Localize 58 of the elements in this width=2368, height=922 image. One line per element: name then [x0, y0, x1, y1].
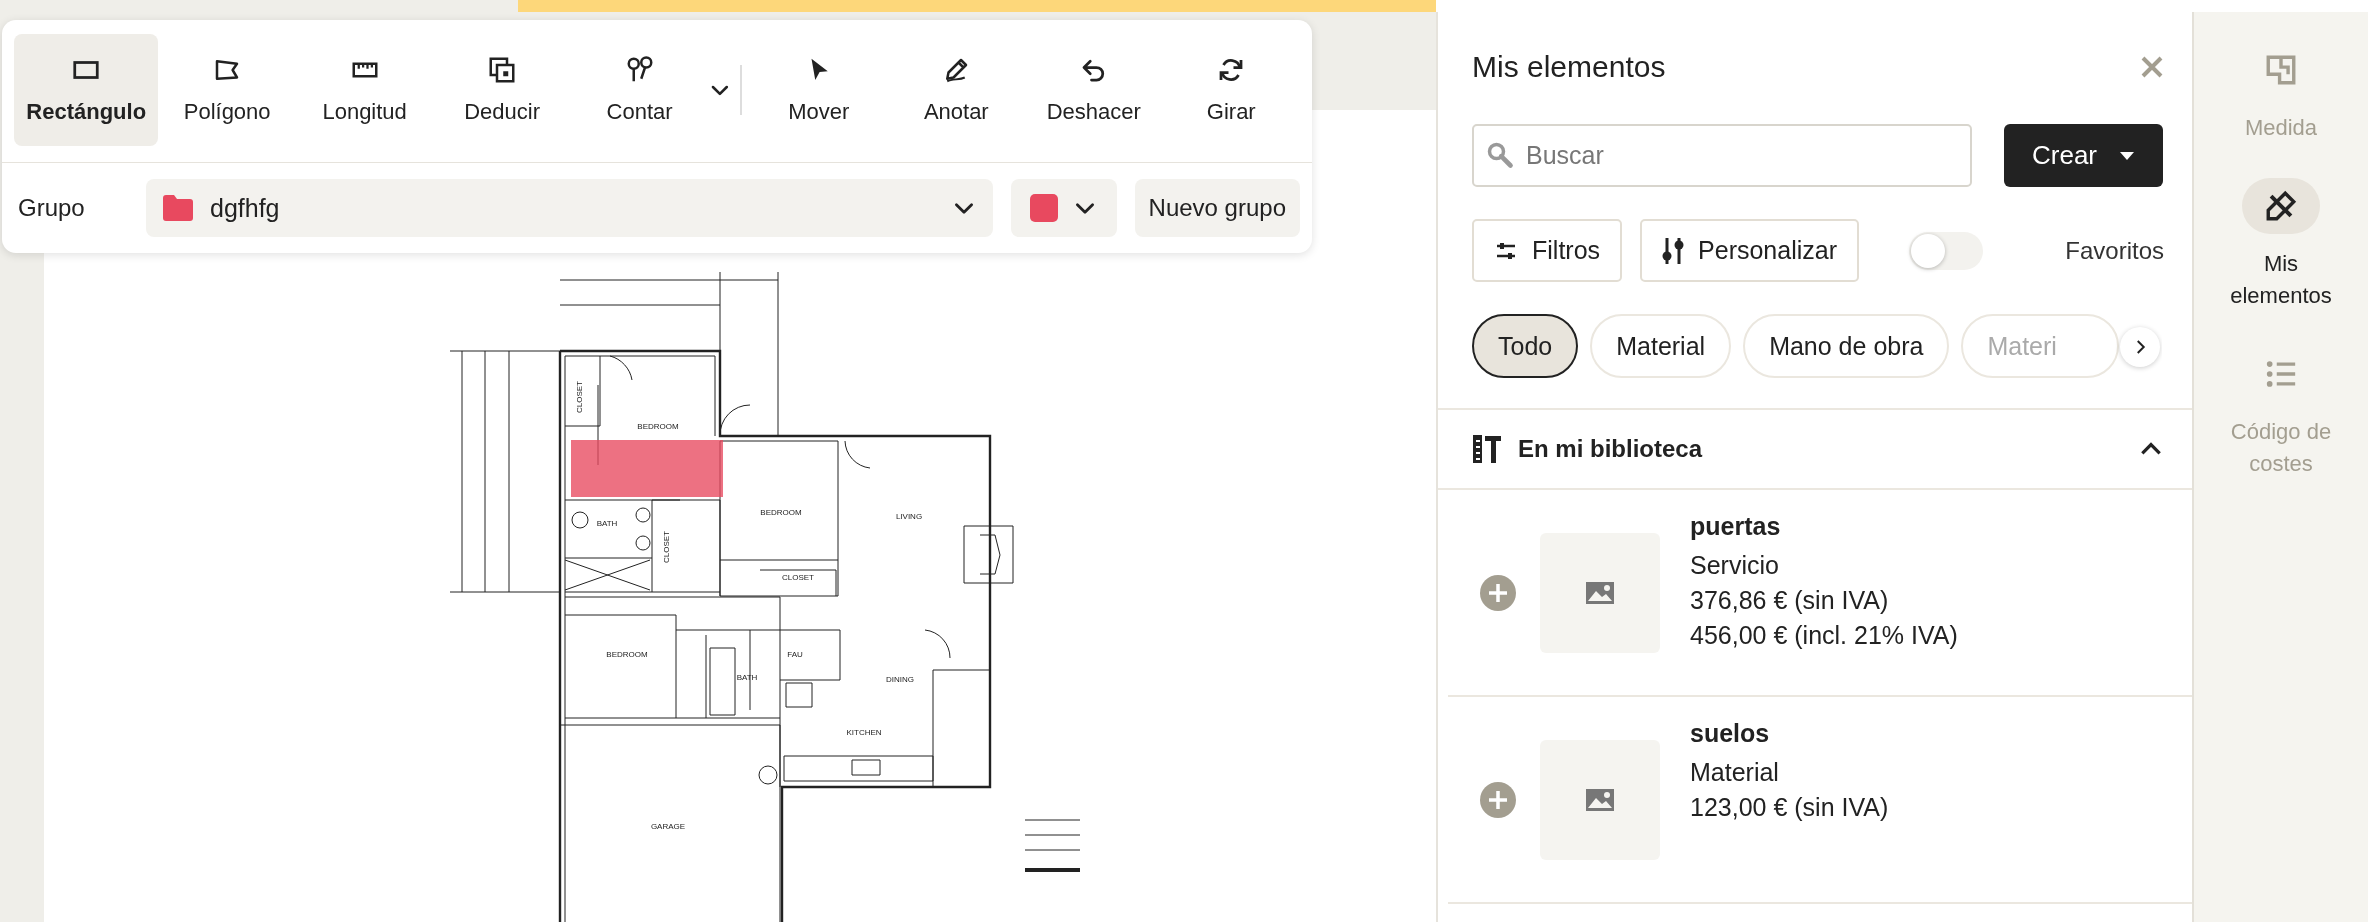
room-label: KITCHEN — [846, 728, 882, 737]
color-picker[interactable] — [1010, 179, 1117, 237]
room-label: CLOSET — [662, 531, 671, 563]
room-label: LIVING — [895, 512, 923, 521]
caret-down-icon — [2119, 150, 2135, 161]
filter-chip[interactable]: Mano de obra — [1743, 314, 1950, 378]
item-name: suelos — [1690, 719, 1771, 748]
favorites-toggle[interactable] — [1909, 231, 1983, 270]
room-label: GARAGE — [650, 822, 686, 831]
item-name: puertas — [1690, 512, 1782, 541]
item-price: 376,86 € (sin IVA) — [1690, 586, 1890, 615]
room-label: BATH — [596, 519, 618, 528]
ruler-pencil-icon — [2264, 188, 2298, 223]
floor-plan-icon — [2264, 53, 2298, 87]
tool-button[interactable]: Longitud — [295, 34, 434, 146]
room-label: CLOSET — [782, 573, 814, 582]
filters-button[interactable]: Filtros — [1472, 219, 1623, 282]
filter-chip[interactable]: Todo — [1472, 314, 1579, 378]
sliders-icon — [1662, 235, 1685, 266]
customize-button[interactable]: Personalizar — [1640, 219, 1859, 282]
tool-button[interactable]: Girar — [1162, 34, 1300, 146]
item-type: Material — [1690, 758, 1780, 787]
next-button[interactable] — [2120, 327, 2160, 367]
rail-tab[interactable]: Mis elementos — [2216, 177, 2346, 312]
item-type: Servicio — [1690, 551, 1780, 580]
close-icon[interactable] — [2140, 55, 2164, 79]
tool-button[interactable]: Anotar — [887, 34, 1026, 146]
item-price: 123,00 € (sin IVA) — [1690, 793, 1889, 822]
tool-button[interactable]: Rectángulo — [14, 34, 159, 146]
room-label: CLOSET — [575, 381, 584, 413]
panel-title: Mis elementos — [1472, 50, 1666, 84]
tool-button[interactable]: Mover — [750, 34, 888, 146]
room-label: BEDROOM — [637, 422, 679, 431]
create-button[interactable]: Crear — [2004, 124, 2163, 187]
filter-chip[interactable]: Material — [1590, 314, 1732, 378]
overlapping-squares-icon — [487, 55, 518, 85]
tool-button[interactable]: Deshacer — [1025, 34, 1163, 146]
group-select[interactable]: dgfhfg — [146, 179, 993, 237]
favorites-label: Favoritos — [2065, 236, 2164, 265]
image-icon — [1586, 788, 1614, 811]
group-label: Grupo — [18, 194, 86, 222]
room-label: BEDROOM — [760, 508, 802, 517]
search-icon — [1486, 141, 1514, 169]
search-field[interactable]: Buscar — [1472, 124, 1972, 187]
library-header[interactable]: En mi biblioteca — [1438, 410, 2192, 488]
tool-button[interactable]: Deducir — [433, 34, 571, 146]
image-icon — [1586, 581, 1614, 604]
room-label: BATH — [736, 673, 758, 682]
room-label: DINING — [886, 675, 914, 684]
new-group-button[interactable]: Nuevo grupo — [1134, 179, 1300, 237]
item-price: 456,00 € (incl. 21% IVA) — [1690, 621, 1958, 650]
add-icon[interactable] — [1480, 574, 1516, 611]
add-icon[interactable] — [1480, 781, 1516, 818]
room-label: BEDROOM — [606, 650, 648, 659]
room-label: FAU — [787, 650, 803, 659]
tools-icon — [1472, 433, 1502, 465]
tool-button[interactable]: Polígono — [158, 34, 296, 146]
tool-button[interactable]: Contar — [570, 34, 709, 146]
